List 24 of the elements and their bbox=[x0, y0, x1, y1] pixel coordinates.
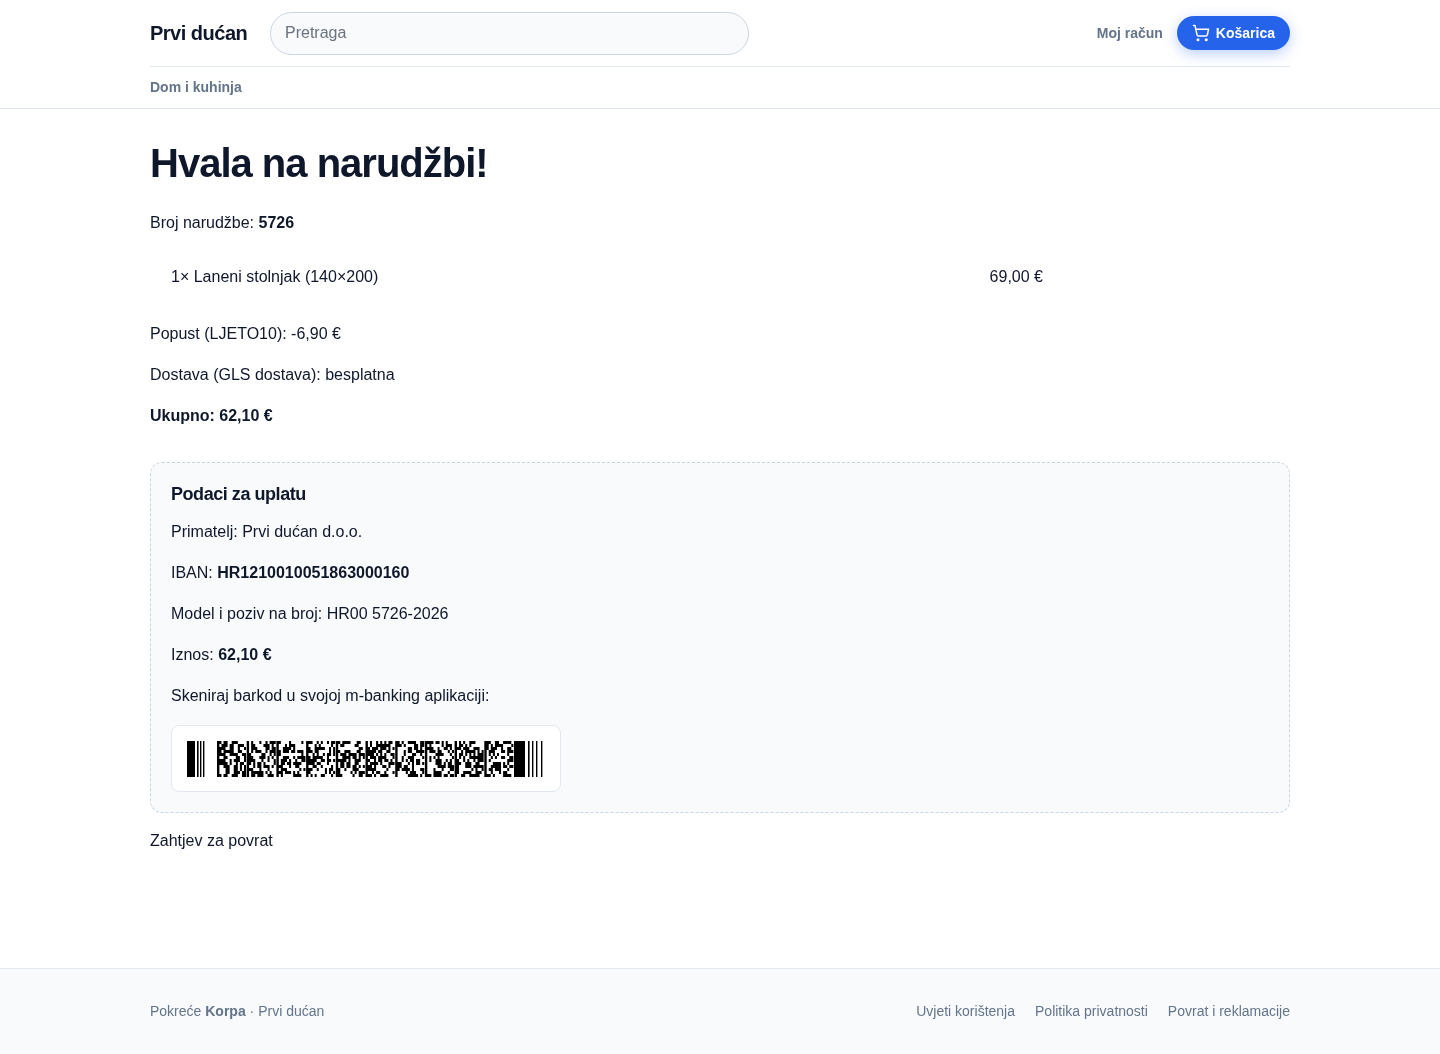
search-field[interactable]: Pretraga bbox=[270, 11, 749, 55]
cart-icon bbox=[1191, 24, 1210, 42]
item-description: 1× Laneni stolnjak (140×200) bbox=[171, 267, 379, 287]
page-title: Hvala na narudžbi! bbox=[150, 140, 488, 187]
order-number: Broj narudžbe: 5726 bbox=[150, 214, 295, 231]
scan-hint: Skeniraj barkod u svojoj m-banking aplikaciji: bbox=[171, 686, 490, 706]
footer-link[interactable]: Uvjeti korištenja bbox=[916, 1001, 1015, 1022]
payment-detail: IBAN: HR1210010051863000160 bbox=[171, 563, 411, 583]
payment-detail: Model i poziv na broj: HR00 5726-2026 bbox=[171, 604, 450, 624]
footer-link[interactable]: Politika privatnosti bbox=[1035, 1001, 1148, 1022]
discount-line: Popust (LJETO10): -6,90 € bbox=[150, 324, 341, 344]
return-request-link[interactable]: Zahtjev za povrat bbox=[150, 829, 273, 853]
footer-link[interactable]: Povrat i reklamacije bbox=[1167, 1001, 1290, 1022]
footer-credit: Pokreće Korpa · Prvi dućan bbox=[150, 1002, 325, 1021]
item-price: 69,00 € bbox=[989, 267, 1043, 287]
store-logo[interactable]: Prvi dućan bbox=[150, 18, 270, 48]
total-line: Ukupno: 62,10 € bbox=[150, 406, 273, 426]
payment-detail: Primatelj: Prvi dućan d.o.o. bbox=[171, 522, 364, 542]
account-link[interactable]: Moj račun bbox=[1096, 22, 1163, 44]
payment-title: Podaci za uplatu bbox=[171, 483, 306, 506]
cart-button[interactable]: Košarica bbox=[1176, 16, 1290, 50]
shipping-line: Dostava (GLS dostava): besplatna bbox=[150, 365, 395, 385]
payment-detail: Iznos: 62,10 € bbox=[171, 645, 273, 665]
breadcrumb-link[interactable]: Dom i kuhinja bbox=[150, 77, 242, 98]
